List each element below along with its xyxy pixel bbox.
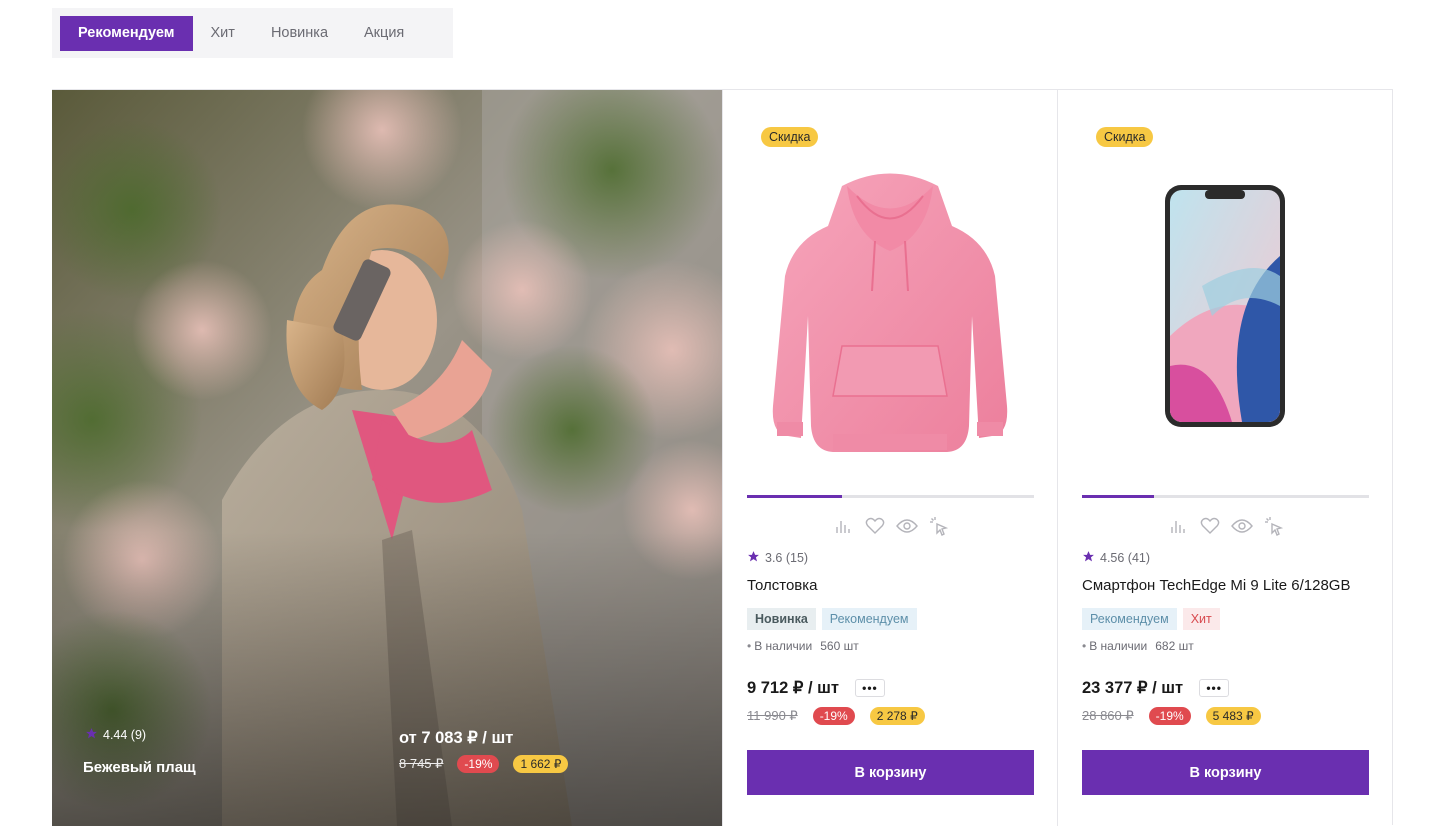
smartphone-image[interactable] (1082, 166, 1368, 466)
product-title[interactable]: Толстовка (747, 577, 818, 594)
star-icon (85, 727, 98, 743)
heart-icon[interactable] (864, 515, 886, 537)
rating-value: 4.56 (41) (1100, 551, 1151, 565)
tag-new: Новинка (747, 608, 816, 630)
tag-recommend: Рекомендуем (821, 608, 917, 630)
quick-buy-icon[interactable] (928, 515, 950, 537)
product-grid: 4.44 (9) Бежевый плащ от 7 083 ₽ / шт 8 … (52, 89, 1393, 826)
discount-badge: -19% (1148, 707, 1191, 725)
sale-badge: Скидка (761, 127, 819, 147)
hero-discount-badge: -19% (457, 755, 500, 773)
product-title[interactable]: Смартфон TechEdge Mi 9 Lite 6/128GB (1082, 577, 1350, 594)
discount-badge: -19% (812, 707, 855, 725)
rating-value: 3.6 (15) (765, 551, 809, 565)
add-to-cart-button[interactable]: В корзину (1082, 750, 1369, 795)
compare-icon[interactable] (1167, 515, 1189, 537)
eye-icon[interactable] (1230, 515, 1253, 537)
star-icon (1082, 550, 1095, 566)
hero-photo (52, 90, 722, 826)
slider-progress (747, 495, 842, 498)
product-tags: Рекомендуем Хит (1082, 608, 1220, 630)
product-rating: 4.56 (41) (1082, 550, 1150, 566)
heart-icon[interactable] (1199, 515, 1221, 537)
price-row: 23 377 ₽ / шт ••• (1082, 678, 1230, 698)
product-tags: Новинка Рекомендуем (747, 608, 917, 630)
product-price: 23 377 ₽ / шт (1082, 679, 1184, 697)
saving-badge: 5 483 ₽ (1205, 707, 1261, 725)
old-price-row: 11 990 ₽ -19% 2 278 ₽ (747, 707, 925, 725)
tag-hit: Хит (1182, 608, 1220, 630)
hero-old-price: 8 745 ₽ (399, 756, 444, 771)
stock-status: В наличии (1082, 639, 1147, 653)
old-price: 28 860 ₽ (1082, 708, 1134, 723)
hero-product-card[interactable]: 4.44 (9) Бежевый плащ от 7 083 ₽ / шт 8 … (52, 90, 722, 826)
eye-icon[interactable] (895, 515, 918, 537)
tab-new[interactable]: Новинка (253, 16, 346, 51)
hero-product-name[interactable]: Бежевый плащ (83, 759, 196, 776)
hero-price-details: 8 745 ₽ -19% 1 662 ₽ (399, 755, 569, 773)
card-actions (1058, 515, 1393, 537)
slider-progress (1082, 495, 1154, 498)
stock-quantity: 682 шт (1155, 639, 1194, 653)
tab-sale[interactable]: Акция (346, 16, 422, 51)
old-price-row: 28 860 ₽ -19% 5 483 ₽ (1082, 707, 1261, 725)
hero-rating-value: 4.44 (9) (103, 728, 147, 742)
tab-recommend[interactable]: Рекомендуем (60, 15, 193, 51)
old-price: 11 990 ₽ (747, 708, 798, 723)
product-rating: 3.6 (15) (747, 550, 808, 566)
hoodie-image[interactable] (747, 166, 1033, 466)
price-row: 9 712 ₽ / шт ••• (747, 678, 885, 698)
stock-status: В наличии (747, 639, 812, 653)
hero-rating: 4.44 (9) (85, 727, 146, 743)
hero-saving-badge: 1 662 ₽ (513, 755, 569, 773)
star-icon (747, 550, 760, 566)
compare-icon[interactable] (832, 515, 854, 537)
more-options-button[interactable]: ••• (1199, 679, 1230, 697)
hero-price: от 7 083 ₽ / шт (399, 729, 514, 747)
stock-info: В наличии 560 шт (747, 639, 859, 653)
card-actions (723, 515, 1058, 537)
image-slider-indicator[interactable] (1082, 495, 1369, 498)
stock-quantity: 560 шт (820, 639, 859, 653)
sale-badge: Скидка (1096, 127, 1154, 147)
product-card-hoodie: Скидка 3.6 (15) Толстовка Новинка Рекоме… (722, 90, 1057, 826)
add-to-cart-button[interactable]: В корзину (747, 750, 1034, 795)
image-slider-indicator[interactable] (747, 495, 1034, 498)
tab-bar: Рекомендуем Хит Новинка Акция (52, 8, 453, 58)
product-price: 9 712 ₽ / шт (747, 679, 839, 697)
more-options-button[interactable]: ••• (854, 679, 885, 697)
saving-badge: 2 278 ₽ (869, 707, 925, 725)
product-card-smartphone: Скидка 4.56 (41) Смартфон TechEdge Mi 9 … (1057, 90, 1392, 826)
tab-hit[interactable]: Хит (193, 16, 253, 51)
tag-recommend: Рекомендуем (1082, 608, 1177, 630)
quick-buy-icon[interactable] (1263, 515, 1285, 537)
stock-info: В наличии 682 шт (1082, 639, 1194, 653)
